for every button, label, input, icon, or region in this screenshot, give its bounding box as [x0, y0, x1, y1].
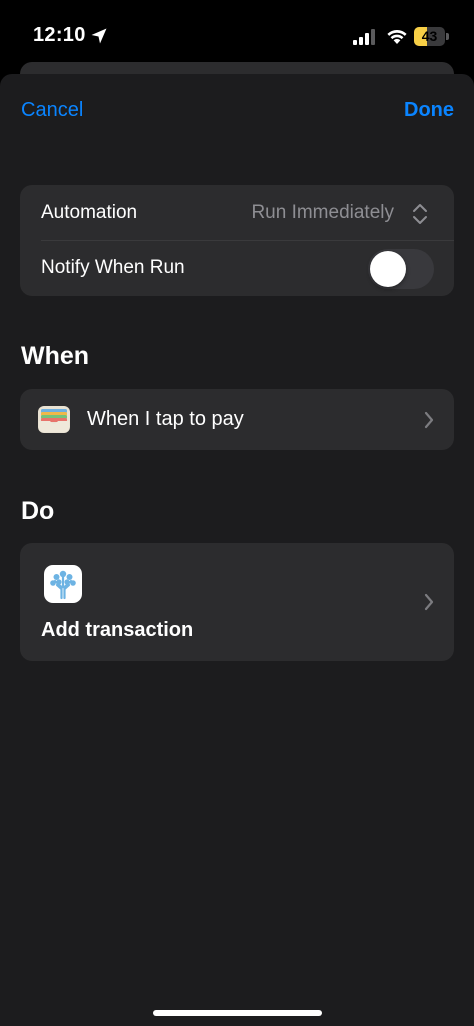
up-down-chevron-icon [413, 204, 427, 224]
battery-level: 43 [421, 28, 438, 44]
tree-icon [50, 570, 76, 600]
automation-label: Automation [41, 202, 138, 223]
battery-body: 43 [414, 27, 445, 46]
battery-icon: 43 [414, 27, 450, 46]
notify-toggle[interactable] [368, 249, 434, 289]
location-arrow-icon [91, 28, 107, 44]
do-action-row[interactable]: Add transaction [20, 543, 454, 661]
do-action-label: Add transaction [41, 619, 194, 641]
cellular-signal-icon [353, 29, 375, 45]
cancel-button[interactable]: Cancel [21, 99, 83, 122]
toggle-knob [370, 251, 406, 287]
notify-label: Notify When Run [41, 257, 185, 278]
notify-row: Notify When Run [20, 241, 454, 296]
tree-app-icon [44, 565, 82, 603]
battery-cap [446, 33, 449, 40]
when-trigger-row[interactable]: When I tap to pay [20, 389, 454, 450]
wifi-icon [387, 30, 407, 44]
automation-row[interactable]: Automation Run Immediately [20, 185, 454, 240]
done-button[interactable]: Done [404, 99, 454, 122]
chevron-right-icon [424, 411, 434, 429]
automation-value[interactable]: Run Immediately [251, 202, 394, 224]
chevron-right-icon [424, 593, 434, 611]
screen: 12:10 43 Cancel Done Automation Run Imme… [0, 0, 474, 1026]
when-section-title: When [21, 342, 90, 370]
wallet-icon [38, 406, 70, 433]
when-trigger-label: When I tap to pay [87, 408, 244, 430]
home-indicator[interactable] [153, 1010, 322, 1016]
do-section-title: Do [21, 497, 55, 525]
status-time: 12:10 [33, 24, 86, 46]
settings-card: Automation Run Immediately Notify When R… [20, 185, 454, 296]
